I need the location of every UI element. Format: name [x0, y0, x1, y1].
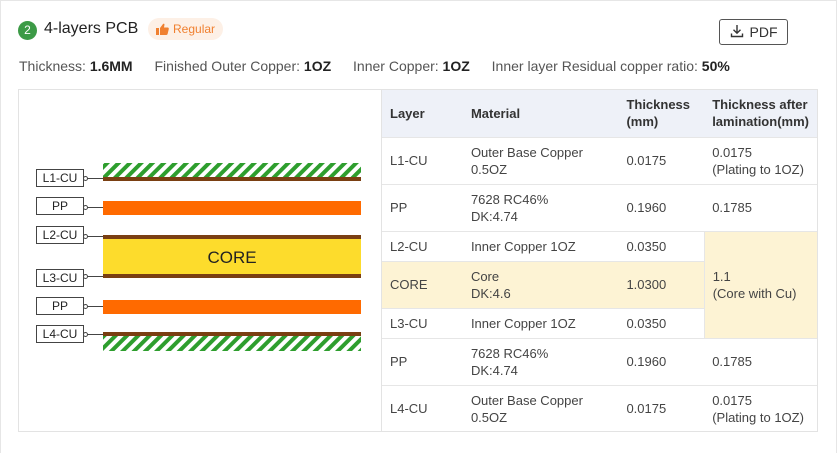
- header-thickness: Thickness (mm): [618, 90, 705, 137]
- pdf-download-button[interactable]: PDF: [719, 19, 788, 45]
- label-l1-cu: L1-CU: [36, 169, 84, 187]
- l1-hatch-layer: [103, 163, 361, 178]
- spec-outer-copper: Finished Outer Copper: 1OZ: [154, 58, 332, 74]
- label-pp-bottom: PP: [36, 297, 84, 315]
- table-row: L2-CU Inner Copper 1OZ 0.0350 1.1 (Core w…: [382, 230, 817, 338]
- table-row: L1-CU Outer Base Copper 0.5OZ 0.0175 0.01…: [382, 136, 817, 184]
- header-thickness-after-lamination: Thickness after lamination(mm): [704, 90, 817, 137]
- download-icon: [730, 24, 744, 41]
- connector-dot: [83, 234, 88, 239]
- core-label: CORE: [207, 248, 257, 267]
- pp-top-layer: [103, 201, 361, 215]
- spec-residual-ratio: Inner layer Residual copper ratio: 50%: [491, 58, 730, 74]
- header-material: Material: [462, 90, 619, 137]
- badge-label: Regular: [173, 22, 216, 36]
- pp-bottom-layer: [103, 300, 361, 314]
- pdf-label: PDF: [749, 24, 778, 40]
- thumbs-up-icon: [156, 23, 169, 35]
- l4-copper-layer: [103, 332, 361, 336]
- label-l3-cu: L3-CU: [36, 269, 84, 287]
- connector-dot: [83, 274, 88, 279]
- l3-copper-layer: [103, 274, 361, 278]
- l1-copper-layer: [103, 177, 361, 181]
- connector-dot: [83, 205, 88, 210]
- merged-lamination-cell: 1.1 (Core with Cu): [703, 230, 817, 338]
- step-number-badge: 2: [18, 21, 37, 40]
- table-row: L4-CU Outer Base Copper 0.5OZ 0.0175 0.01…: [382, 384, 817, 432]
- stackup-table-container: Layer Material Thickness (mm) Thickness …: [381, 89, 818, 432]
- page-title: 4-layers PCB: [44, 20, 139, 37]
- spec-inner-copper: Inner Copper: 1OZ: [353, 58, 470, 74]
- l4-hatch-layer: [103, 336, 361, 351]
- label-pp-top: PP: [36, 197, 84, 215]
- spec-thickness: Thickness: 1.6MM: [19, 58, 133, 74]
- label-l2-cu: L2-CU: [36, 226, 84, 244]
- regular-badge: Regular: [148, 18, 224, 40]
- stackup-diagram: CORE L1-CU PP L2-CU L3-CU PP L4-CU: [18, 89, 382, 432]
- l2-copper-layer: [103, 235, 361, 239]
- header-layer: Layer: [382, 90, 463, 137]
- table-row: PP 7628 RC46% DK:4.74 0.1960 0.1785: [382, 183, 817, 231]
- connector-dot: [83, 304, 88, 309]
- stackup-table: Layer Material Thickness (mm) Thickness …: [382, 90, 817, 432]
- connector-dot: [83, 332, 88, 337]
- spec-summary: Thickness: 1.6MM Finished Outer Copper: …: [19, 58, 748, 74]
- stackup-card: 2 4-layers PCB Regular PDF Thickness: 1.…: [0, 0, 837, 453]
- table-header-row: Layer Material Thickness (mm) Thickness …: [382, 90, 817, 137]
- connector-dot: [83, 176, 88, 181]
- table-row: PP 7628 RC46% DK:4.74 0.1960 0.1785: [382, 337, 817, 385]
- label-l4-cu: L4-CU: [36, 325, 84, 343]
